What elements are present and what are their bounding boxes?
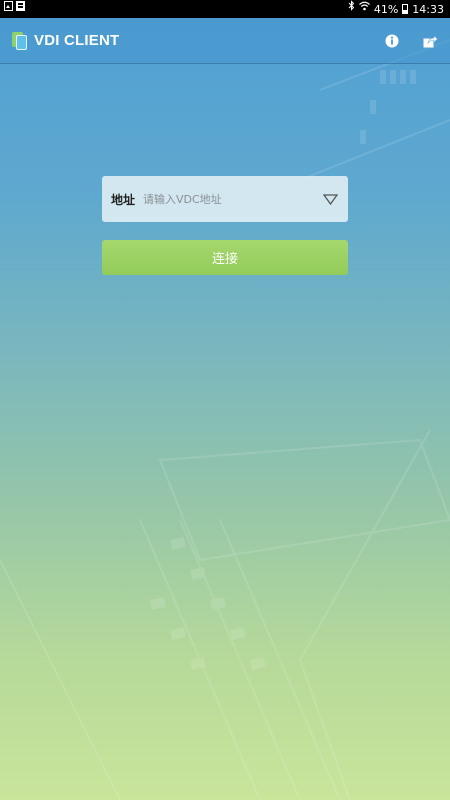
address-input[interactable] — [143, 184, 312, 214]
app-screen: 41% 14:33 VDI CLIENT 地址 请输入VDC地址 连接 — [0, 0, 450, 800]
info-button[interactable] — [384, 33, 400, 49]
info-icon — [385, 34, 399, 47]
address-dropdown-button[interactable] — [312, 176, 348, 222]
address-label: 地址 — [111, 192, 136, 207]
app-bar-actions — [384, 33, 450, 49]
app-bar: VDI CLIENT — [0, 18, 450, 64]
gallery-icon — [16, 0, 25, 18]
status-time: 14:33 — [412, 2, 444, 16]
status-bar-left — [0, 0, 25, 18]
vdi-logo-icon — [12, 31, 28, 50]
app-title: VDI CLIENT — [34, 32, 120, 49]
triangle-down-icon — [322, 193, 338, 205]
share-button[interactable] — [422, 33, 438, 49]
wifi-icon — [358, 0, 370, 18]
connect-button[interactable]: 连接 — [102, 240, 348, 275]
share-icon — [423, 34, 438, 47]
address-field-container: 地址 — [102, 176, 348, 222]
background-decoration — [0, 39, 450, 800]
status-bar: 41% 14:33 — [0, 0, 450, 18]
battery-percentage: 41% — [373, 2, 399, 16]
bluetooth-icon — [348, 0, 355, 18]
screen-capture-icon — [4, 0, 13, 18]
battery-icon — [402, 4, 409, 14]
status-bar-right: 41% 14:33 — [348, 0, 450, 18]
